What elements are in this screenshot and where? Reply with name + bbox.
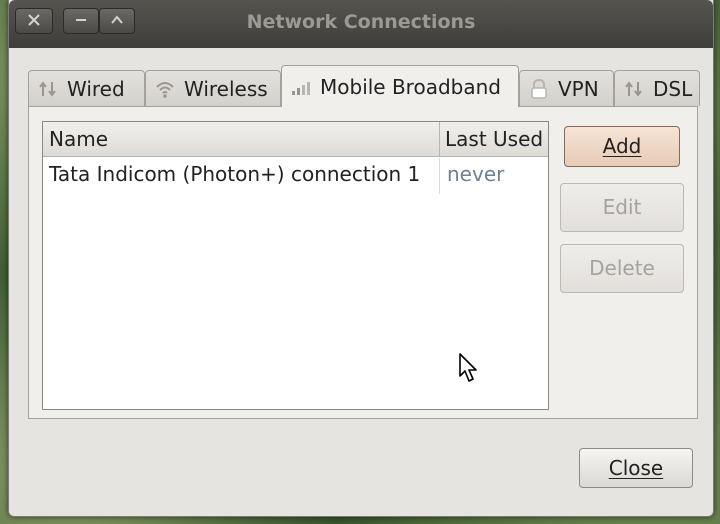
mobile-broadband-icon [290,76,312,98]
list-header: Name Last Used [43,122,548,157]
mouse-pointer-icon [459,353,477,382]
dsl-icon [623,78,645,100]
wired-icon [37,78,59,100]
column-header-last-used[interactable]: Last Used [445,127,543,151]
table-row[interactable]: Tata Indicom (Photon+) connection 1 neve… [43,158,548,194]
mobile-broadband-panel: Name Last Used Tata Indicom (Photon+) co… [28,106,698,419]
tab-wired[interactable]: Wired [28,70,145,106]
last-used-cell: never [447,162,505,186]
edit-button-label: Edit [602,195,642,219]
column-header-name[interactable]: Name [49,127,108,151]
title-bar[interactable]: Network Connections [9,0,713,48]
tab-dsl-label: DSL [653,76,693,101]
delete-button[interactable]: Delete [560,244,684,293]
vpn-lock-icon [528,78,550,100]
connection-type-tabs: Wired Wireless Mobile Broadband VPN DSL [28,65,700,107]
add-button[interactable]: Add [564,126,680,167]
column-divider[interactable] [439,122,440,156]
connection-name-cell: Tata Indicom (Photon+) connection 1 [49,162,421,186]
tab-wireless[interactable]: Wireless [145,70,281,106]
close-button[interactable]: Close [579,448,693,488]
tab-mobile-broadband-label: Mobile Broadband [320,74,501,99]
edit-button[interactable]: Edit [560,183,684,232]
tab-wireless-label: Wireless [184,76,268,101]
tab-wired-label: Wired [67,76,125,101]
tab-vpn-label: VPN [558,76,599,101]
tab-mobile-broadband[interactable]: Mobile Broadband [281,65,519,107]
row-divider [439,158,440,194]
network-connections-dialog: Network Connections Wired Wireless Mobil… [8,0,714,517]
delete-button-label: Delete [589,256,655,280]
window-title: Network Connections [246,11,476,33]
wireless-icon [154,78,176,100]
tab-vpn[interactable]: VPN [519,70,614,106]
tab-dsl[interactable]: DSL [614,70,700,106]
add-button-label: Add [602,134,642,158]
close-button-label: Close [608,456,664,480]
